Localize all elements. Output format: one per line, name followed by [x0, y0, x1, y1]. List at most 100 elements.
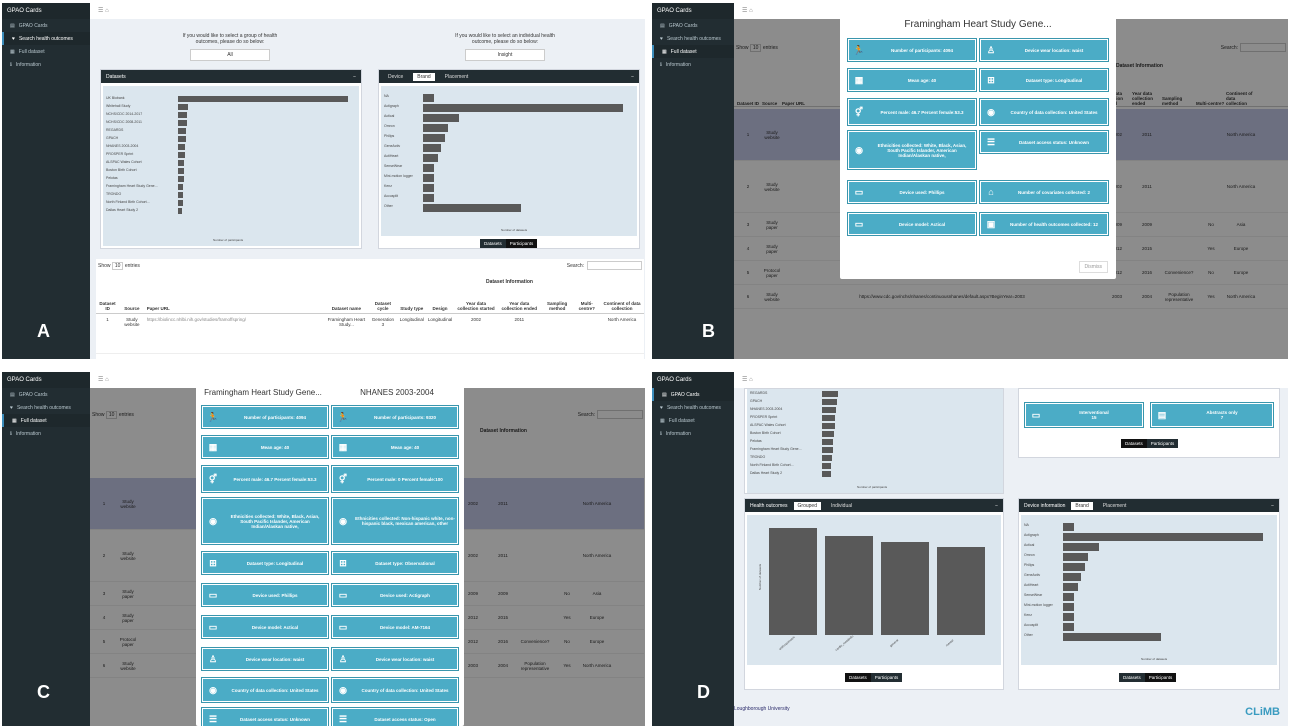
home-icon[interactable]: ⌂ — [105, 377, 109, 383]
col-design[interactable]: Design — [425, 299, 455, 314]
tick-label: general — [888, 638, 900, 648]
col-source[interactable]: Source — [119, 299, 145, 314]
globe-icon: ◉ — [855, 144, 863, 155]
sidebar-item-search[interactable]: ♥ Search health outcomes — [2, 401, 90, 414]
sidebar-item-cards[interactable]: ▤ GPAO Cards — [652, 388, 734, 401]
tab-brand[interactable]: Brand — [413, 72, 435, 81]
datasets-box: Datasets − UK Biobank Whitehall Study NCHS/… — [100, 69, 362, 249]
sidebar-item-search[interactable]: ♥ Search health outcomes — [652, 32, 734, 45]
datasets-axis-label: Number of participants — [213, 238, 244, 242]
home-icon[interactable]: ⌂ — [749, 377, 753, 383]
participants-toggle-button[interactable]: Participants — [505, 239, 538, 248]
menu-icon[interactable]: ☰ — [98, 8, 103, 14]
sidebar-item-cards[interactable]: ▤ GPAO Cards — [652, 19, 734, 32]
sidebar-item-full-dataset[interactable]: ▦ Full dataset — [2, 45, 90, 58]
menu-icon[interactable]: ☰ — [742, 8, 747, 14]
panel-letter: C — [37, 682, 50, 702]
menu-icon[interactable]: ☰ — [742, 377, 747, 383]
collapse-icon[interactable]: − — [353, 74, 356, 80]
col-sampling[interactable]: Sampling method — [540, 299, 574, 314]
dismiss-button[interactable]: Dismiss — [1078, 261, 1108, 273]
health-outcomes-box: Health outcomes Grouped Individual − Number… — [744, 498, 1004, 690]
sidebar-item-full-dataset[interactable]: ▦ Full dataset — [2, 414, 90, 427]
sidebar-item-information[interactable]: ℹ Information — [652, 58, 734, 71]
sidebar-item-search[interactable]: ♥ Search health outcomes — [652, 401, 734, 414]
tab-placement[interactable]: Placement — [1099, 502, 1131, 510]
datasets-plot: REGARDS GPACH NHANES 2003-2004 PROSPER Spri… — [747, 389, 1003, 493]
chart-bar — [178, 160, 185, 166]
sidebar-item-cards[interactable]: ▤ GPAO Cards — [2, 388, 90, 401]
sidebar-item-full-dataset[interactable]: ▦ Full dataset — [652, 45, 734, 58]
tick-label: Philips — [1024, 563, 1035, 567]
tab-grouped[interactable]: Grouped — [793, 501, 821, 510]
info-card: ♙ Device wear location: waist — [980, 39, 1108, 61]
info-card: ☰ Dataset access status: Unknown — [202, 708, 328, 726]
home-icon[interactable]: ⌂ — [105, 8, 109, 14]
col-dataset-id[interactable]: Dataset ID — [96, 299, 120, 314]
table-icon: ▦ — [12, 417, 17, 424]
info-card: ⊞ Dataset type: Longitudinal — [202, 552, 328, 574]
group-select[interactable]: All — [190, 49, 270, 61]
sidebar-item-full-dataset[interactable]: ▦ Full dataset — [652, 414, 734, 427]
tick-label: TRONDO — [106, 192, 122, 196]
tab-placement[interactable]: Placement — [441, 73, 473, 81]
col-continent[interactable]: Continent of data collection — [599, 299, 644, 314]
tick-label: Dallas Heart Study 2 — [106, 208, 139, 212]
chart-bar — [178, 192, 184, 198]
chart-bar — [1063, 563, 1085, 571]
sidebar: GPAO Cards ▤ GPAO Cards ♥ Search health ou… — [2, 372, 90, 726]
chart-bar — [822, 447, 833, 453]
calendar-icon: ▦ — [338, 441, 348, 452]
chart-bar — [1063, 613, 1074, 621]
sidebar-item-cards[interactable]: ▤ GPAO Cards — [2, 19, 90, 32]
tablet-icon: ▭ — [854, 218, 864, 229]
col-dataset-cycle[interactable]: Dataset cycle — [368, 299, 398, 314]
main-content: REGARDS GPACH NHANES 2003-2004 PROSPER Spri… — [734, 388, 1288, 726]
info-card: ☰ Dataset access status: Open — [332, 708, 458, 726]
tick-label: Omron — [384, 124, 395, 128]
chart-bar — [1063, 633, 1162, 641]
group-prompt: If you would like to select a group of h… — [182, 33, 278, 45]
col-year-end[interactable]: Year data collection ended — [497, 299, 541, 314]
app-title: GPAO Cards — [2, 3, 90, 19]
clipboard-icon: ▣ — [986, 218, 996, 229]
chart-bar — [822, 431, 834, 437]
sidebar-item-information[interactable]: ℹ Information — [2, 58, 90, 71]
sidebar-item-information[interactable]: ℹ Information — [652, 427, 734, 440]
database-icon: ☰ — [208, 713, 218, 724]
col-dataset-name[interactable]: Dataset name — [324, 299, 369, 314]
tick-label: North Finland Birth Cohort... — [106, 200, 150, 204]
collapse-icon[interactable]: − — [631, 74, 634, 80]
info-card: ⚥ Percent male: 0 Percent female:100 — [332, 466, 458, 492]
info-card: ♙ Device wear location: waist — [202, 648, 328, 670]
col-year-start[interactable]: Year data collection started — [454, 299, 498, 314]
tab-device[interactable]: Device — [384, 73, 407, 81]
datasets-toggle-button[interactable]: Datasets — [480, 239, 506, 248]
chart-bar — [178, 200, 183, 206]
collapse-icon[interactable]: − — [995, 503, 998, 509]
tick-label: PROSPER Sprint — [750, 415, 778, 419]
home-icon[interactable]: ⌂ — [749, 8, 753, 14]
col-study-type[interactable]: Study type — [397, 299, 426, 314]
dataset-table: Dataset ID Source Paper URL Dataset name… — [96, 299, 644, 354]
panel-letter: D — [697, 682, 710, 702]
chart-bar — [178, 112, 188, 118]
tab-individual[interactable]: Individual — [827, 502, 856, 510]
collapse-icon[interactable]: − — [1271, 503, 1274, 509]
col-multi-centre[interactable]: Multi-centre? — [573, 299, 600, 314]
table-row[interactable]: 1 Study website https://biolincc.nhlbi.n… — [96, 313, 644, 354]
entries-select[interactable]: 10 — [111, 262, 124, 270]
info-icon: ℹ — [660, 61, 662, 68]
col-paper-url[interactable]: Paper URL — [144, 299, 325, 314]
search-input[interactable] — [587, 261, 642, 270]
sidebar-item-information[interactable]: ℹ Information — [2, 427, 90, 440]
sidebar-item-search[interactable]: ♥ Search health outcomes — [2, 32, 90, 45]
top-bar: ☰ ⌂ — [734, 372, 1288, 388]
chart-bar — [1063, 603, 1074, 611]
info-card: ▭ Device used: Phillips — [202, 584, 328, 606]
chart-bar — [769, 527, 817, 635]
individual-select[interactable]: Insight — [465, 49, 545, 61]
tick-label: SenseWear — [384, 164, 403, 168]
tab-brand[interactable]: Brand — [1071, 501, 1093, 510]
menu-icon[interactable]: ☰ — [98, 377, 103, 383]
